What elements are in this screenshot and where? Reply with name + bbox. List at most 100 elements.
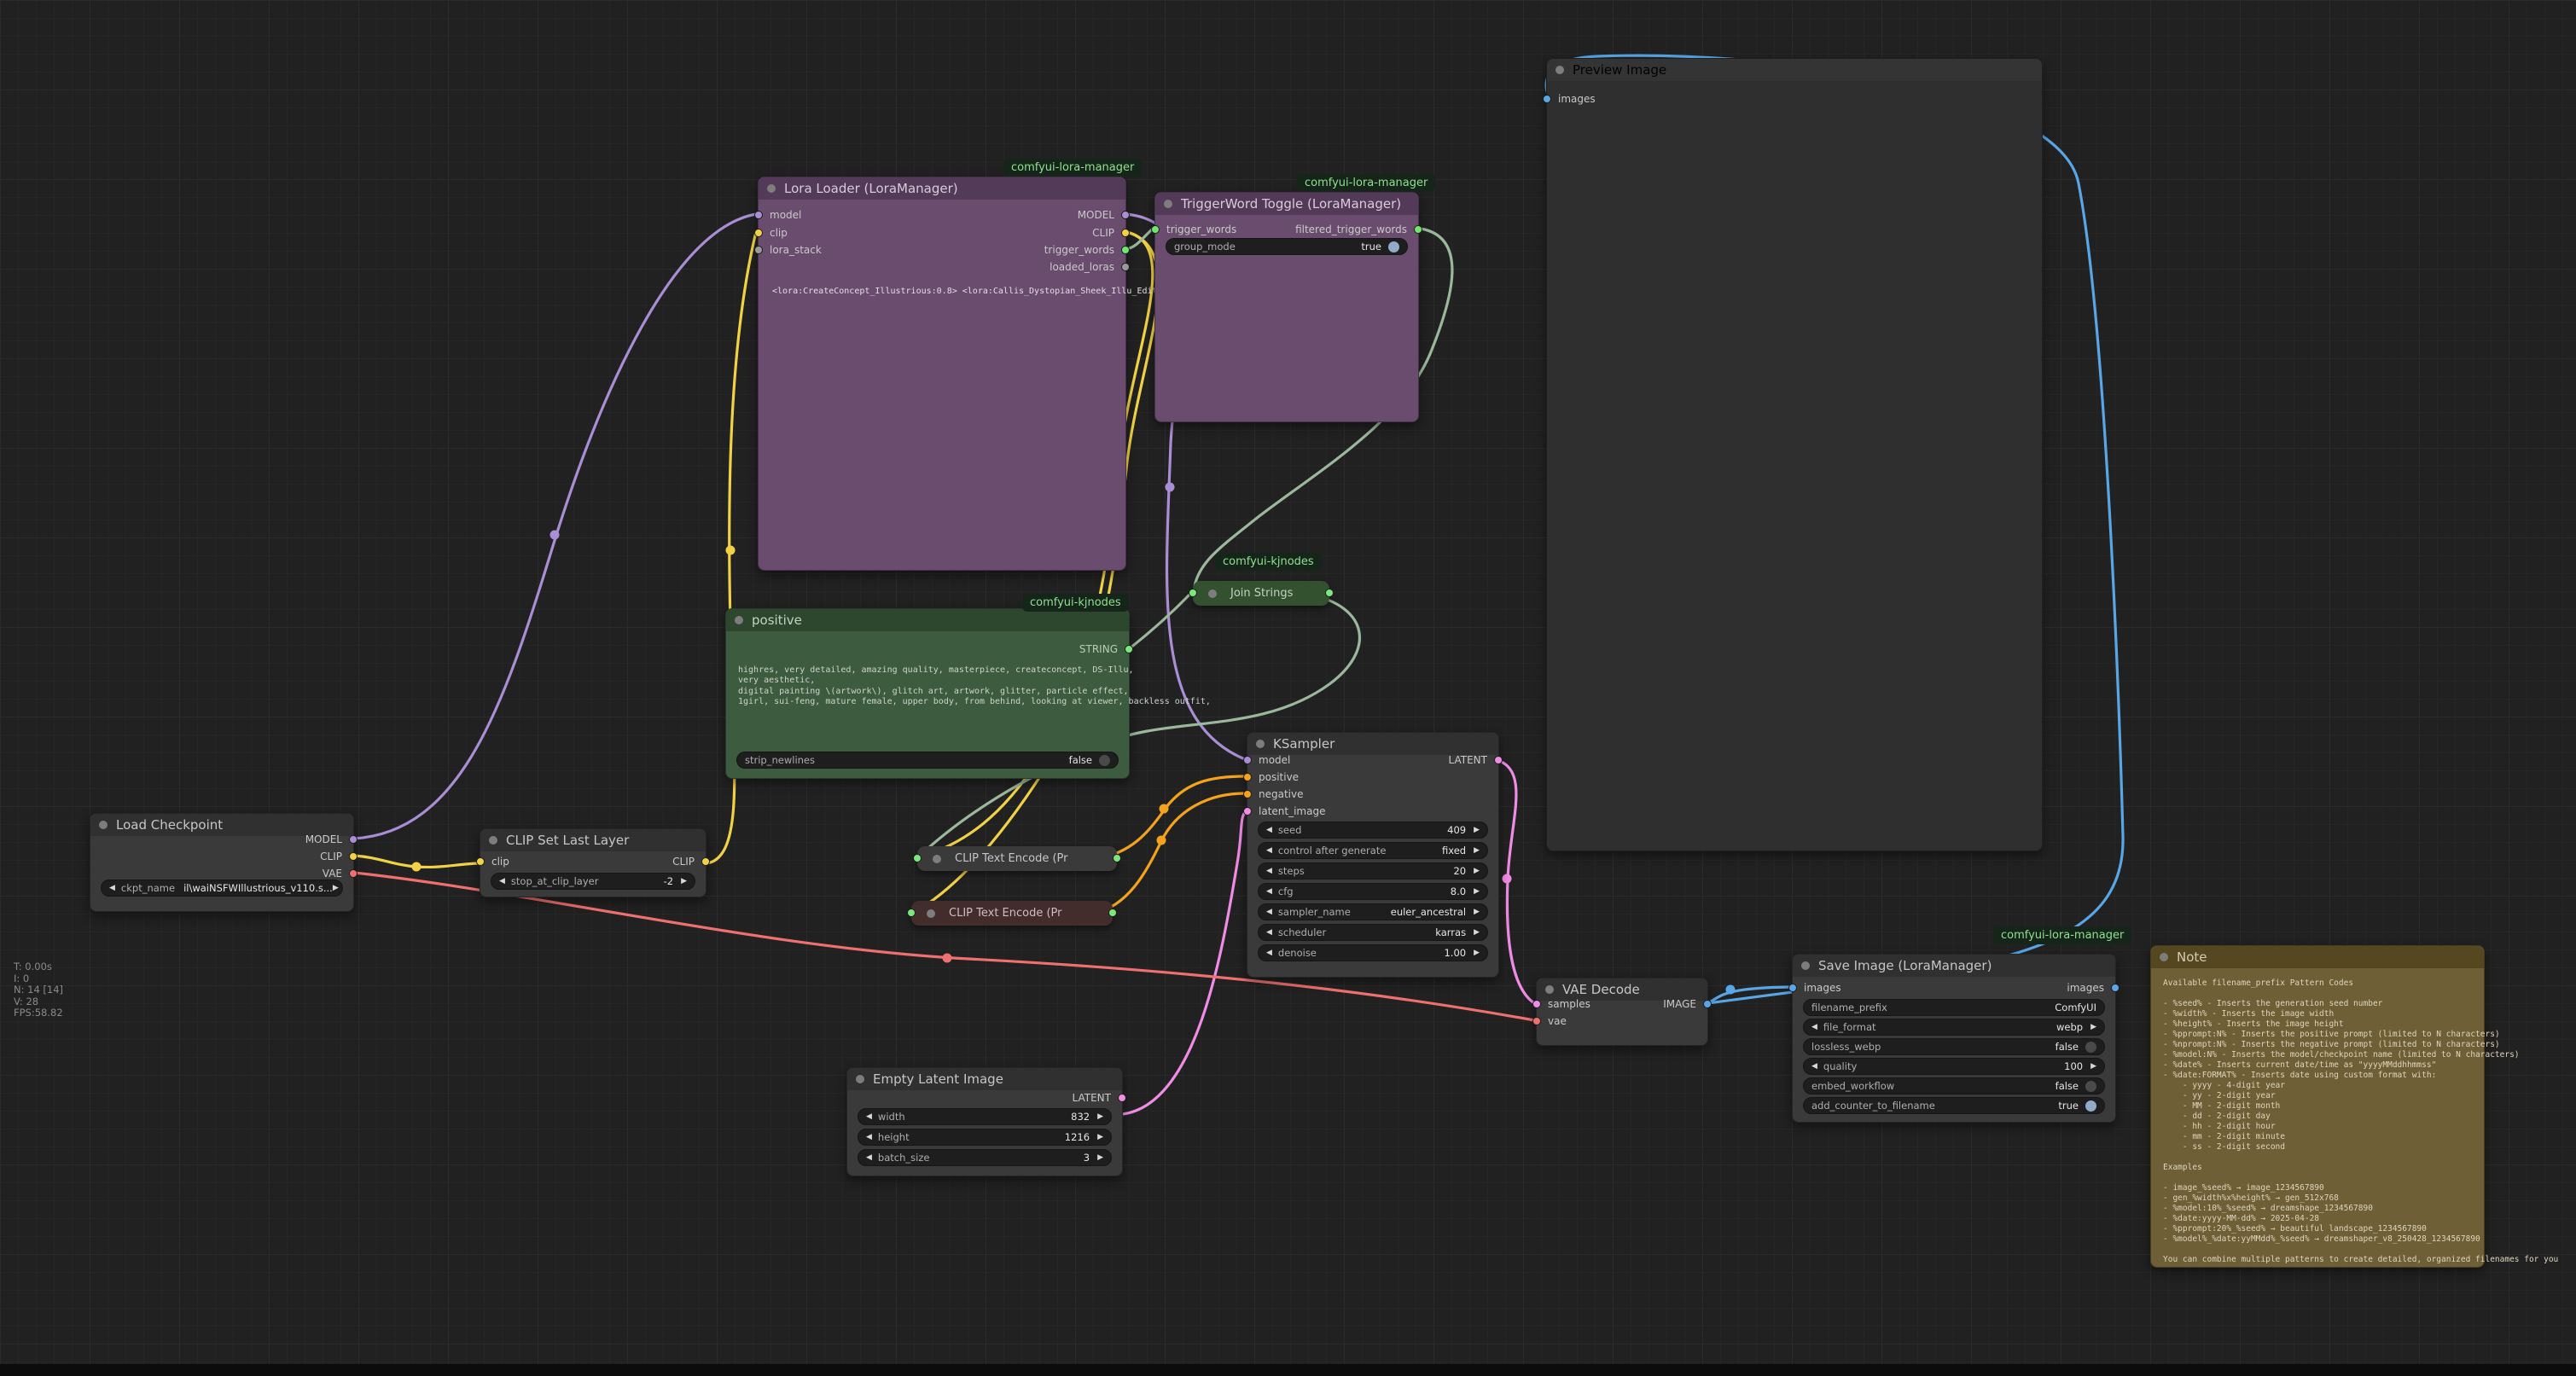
widget-strip_newlines[interactable]: strip_newlinesfalse	[736, 752, 1119, 769]
decrement-arrow-icon[interactable]: ◀	[1266, 887, 1272, 896]
toggle-knob[interactable]	[2085, 1100, 2096, 1112]
input-port-dot[interactable]	[1788, 984, 1797, 992]
output-port-dot[interactable]	[2111, 984, 2120, 992]
collapse-toggle-icon[interactable]	[1208, 589, 1217, 598]
output-port-MODEL[interactable]: MODEL	[299, 833, 358, 845]
increment-arrow-icon[interactable]: ▶	[333, 884, 339, 892]
widget-quality[interactable]: ◀quality100▶	[1803, 1058, 2105, 1075]
collapse-toggle-icon[interactable]	[1164, 200, 1172, 208]
decrement-arrow-icon[interactable]: ◀	[866, 1153, 872, 1162]
node-header[interactable]: CLIP Set Last Layer	[480, 829, 706, 851]
output-port-loaded_loras[interactable]: loaded_loras	[1043, 261, 1130, 273]
input-port-dot[interactable]	[754, 211, 763, 219]
collapse-toggle-icon[interactable]	[927, 909, 935, 918]
output-port-trigger_words[interactable]: trigger_words	[1038, 244, 1130, 256]
increment-arrow-icon[interactable]: ▶	[1474, 867, 1480, 875]
output-port[interactable]	[1108, 909, 1117, 917]
input-port-dot[interactable]	[754, 229, 763, 237]
output-port-MODEL[interactable]: MODEL	[1071, 209, 1130, 221]
collapse-toggle-icon[interactable]	[2160, 953, 2168, 961]
increment-arrow-icon[interactable]: ▶	[2090, 1023, 2096, 1031]
input-port-dot[interactable]	[754, 246, 763, 254]
collapse-toggle-icon[interactable]	[99, 821, 108, 829]
output-port-LATENT[interactable]: LATENT	[1066, 1092, 1126, 1104]
node-header[interactable]: KSampler	[1247, 733, 1498, 755]
increment-arrow-icon[interactable]: ▶	[1474, 908, 1480, 916]
collapse-toggle-icon[interactable]	[1801, 961, 1810, 970]
collapse-toggle-icon[interactable]	[1555, 66, 1564, 74]
input-port-clip[interactable]: clip	[476, 856, 516, 868]
decrement-arrow-icon[interactable]: ◀	[1266, 949, 1272, 957]
input-port-samples[interactable]: samples	[1532, 998, 1597, 1010]
output-port-LATENT[interactable]: LATENT	[1442, 754, 1503, 766]
node-lora-loader[interactable]: Lora Loader (LoraManager)modelcliplora_s…	[758, 177, 1126, 571]
output-port-dot[interactable]	[1121, 229, 1130, 237]
output-port-VAE[interactable]: VAE	[316, 868, 358, 880]
node-triggerword-toggle[interactable]: TriggerWord Toggle (LoraManager) trigger_…	[1154, 192, 1419, 422]
input-port-vae[interactable]: vae	[1532, 1015, 1573, 1027]
node-clip-text-encode-negative[interactable]: CLIP Text Encode (Pr	[911, 901, 1113, 926]
widget-sampler_name[interactable]: ◀sampler_nameeuler_ancestral▶	[1258, 903, 1488, 920]
node-header[interactable]: Preview Image	[1547, 59, 2042, 81]
output-port-STRING[interactable]: STRING	[1073, 643, 1133, 655]
decrement-arrow-icon[interactable]: ◀	[1811, 1062, 1817, 1071]
input-port-trigger_words[interactable]: trigger_words	[1151, 224, 1243, 235]
input-port-latent_image[interactable]: latent_image	[1243, 805, 1332, 817]
input-port-images[interactable]: images	[1543, 93, 1602, 105]
input-port-negative[interactable]: negative	[1243, 788, 1310, 800]
collapse-toggle-icon[interactable]	[735, 616, 743, 624]
node-header[interactable]: positive	[726, 609, 1129, 631]
node-header[interactable]: TriggerWord Toggle (LoraManager)	[1155, 193, 1418, 215]
collapse-toggle-icon[interactable]	[489, 836, 497, 845]
decrement-arrow-icon[interactable]: ◀	[1266, 846, 1272, 855]
node-save-image[interactable]: Save Image (LoraManager)imagesimagesfile…	[1792, 954, 2116, 1123]
widget-seed[interactable]: ◀seed409▶	[1258, 822, 1488, 839]
widget-ckpt_name[interactable]: ◀ckpt_nameil\waiNSFWIllustrious_v110.s..…	[101, 880, 343, 897]
widget-cfg[interactable]: ◀cfg8.0▶	[1258, 883, 1488, 900]
output-port-dot[interactable]	[1125, 645, 1133, 653]
input-port[interactable]	[913, 854, 922, 862]
output-port[interactable]	[1325, 589, 1334, 597]
input-port-dot[interactable]	[1243, 807, 1252, 816]
widget-group_mode[interactable]: group_modetrue	[1166, 238, 1408, 255]
toggle-knob[interactable]	[2085, 1042, 2096, 1053]
input-port-positive[interactable]: positive	[1243, 771, 1305, 783]
decrement-arrow-icon[interactable]: ◀	[1811, 1023, 1817, 1031]
node-clip-text-encode-positive[interactable]: CLIP Text Encode (Pr	[917, 846, 1117, 871]
collapse-toggle-icon[interactable]	[1545, 985, 1554, 994]
increment-arrow-icon[interactable]: ▶	[1474, 846, 1480, 855]
node-load-checkpoint[interactable]: Load CheckpointMODELCLIPVAE◀ckpt_nameil\…	[90, 813, 354, 912]
node-ksampler[interactable]: KSamplermodelpositivenegativelatent_imag…	[1247, 732, 1499, 978]
node-join-strings[interactable]: Join Strings	[1193, 581, 1329, 606]
widget-file_format[interactable]: ◀file_formatwebp▶	[1803, 1019, 2105, 1036]
widget-filename_prefix[interactable]: filename_prefixComfyUI	[1803, 999, 2105, 1016]
node-header[interactable]: Note	[2151, 946, 2484, 968]
widget-embed_workflow[interactable]: embed_workflowfalse	[1803, 1077, 2105, 1094]
increment-arrow-icon[interactable]: ▶	[1474, 949, 1480, 957]
toggle-knob[interactable]	[1099, 755, 1110, 766]
increment-arrow-icon[interactable]: ▶	[1097, 1153, 1103, 1162]
output-port-CLIP[interactable]: CLIP	[666, 856, 710, 868]
input-port-images[interactable]: images	[1788, 982, 1848, 994]
input-port-dot[interactable]	[1243, 773, 1252, 781]
input-port-dot[interactable]	[476, 857, 485, 866]
collapse-toggle-icon[interactable]	[767, 184, 776, 193]
increment-arrow-icon[interactable]: ▶	[1097, 1112, 1103, 1121]
decrement-arrow-icon[interactable]: ◀	[1266, 928, 1272, 937]
widget-control after generate[interactable]: ◀control after generatefixed▶	[1258, 842, 1488, 859]
toggle-knob[interactable]	[1388, 241, 1399, 253]
node-note[interactable]: NoteAvailable filename_prefix Pattern Co…	[2150, 945, 2485, 1268]
toggle-knob[interactable]	[2085, 1081, 2096, 1092]
widget-lossless_webp[interactable]: lossless_webpfalse	[1803, 1038, 2105, 1055]
widget-batch_size[interactable]: ◀batch_size3▶	[858, 1149, 1112, 1166]
output-port-dot[interactable]	[349, 835, 358, 844]
input-port-model[interactable]: model	[1243, 754, 1297, 766]
node-positive-prompt[interactable]: positiveSTRINGstrip_newlinesfalsehighres…	[725, 608, 1130, 779]
decrement-arrow-icon[interactable]: ◀	[1266, 908, 1272, 916]
input-port-clip[interactable]: clip	[754, 227, 794, 239]
widget-scheduler[interactable]: ◀schedulerkarras▶	[1258, 924, 1488, 941]
output-port-dot[interactable]	[701, 857, 710, 866]
node-header[interactable]: Lora Loader (LoraManager)	[759, 177, 1125, 200]
output-port-dot[interactable]	[1414, 225, 1422, 234]
output-port-dot[interactable]	[1121, 246, 1130, 254]
